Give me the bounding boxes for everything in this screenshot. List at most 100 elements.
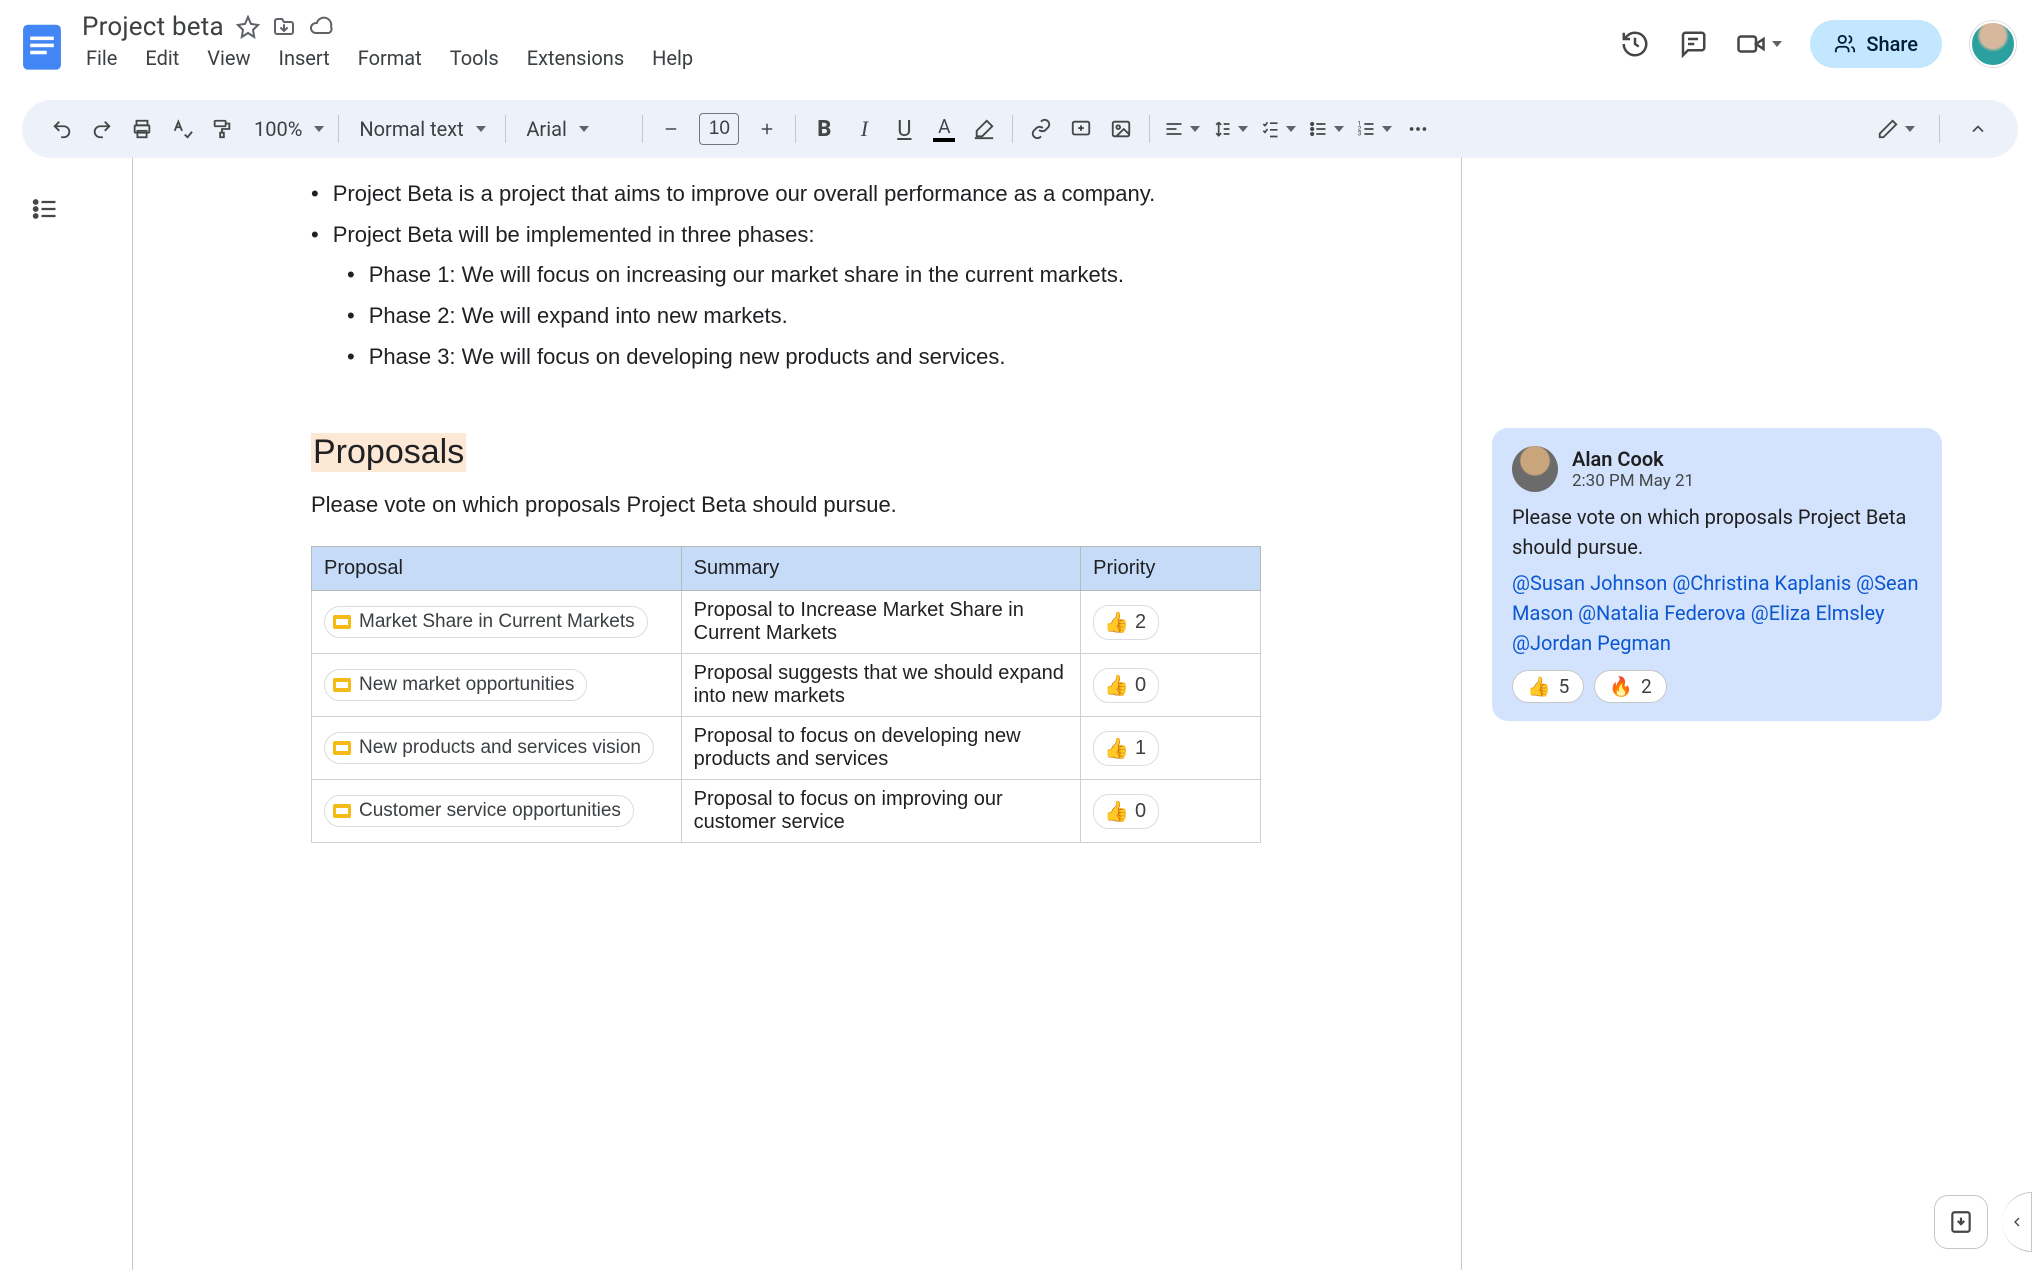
insert-link-button[interactable] xyxy=(1021,108,1061,150)
summary-cell: Proposal to focus on improving our custo… xyxy=(681,780,1080,843)
text-color-button[interactable]: A xyxy=(924,108,964,150)
th-proposal: Proposal xyxy=(312,547,682,591)
increase-font-button[interactable] xyxy=(747,108,787,150)
line-spacing-select[interactable] xyxy=(1206,119,1254,139)
comment-avatar xyxy=(1512,446,1558,492)
comment-time: 2:30 PM May 21 xyxy=(1572,471,1694,491)
zoom-select[interactable]: 100% xyxy=(242,117,330,141)
font-size-input[interactable] xyxy=(699,113,739,145)
thumbs-up-icon: 👍 xyxy=(1104,673,1129,698)
proposal-chip[interactable]: New market opportunities xyxy=(324,669,587,701)
reaction-emoji: 🔥 xyxy=(1609,675,1633,698)
meet-icon[interactable] xyxy=(1736,29,1782,59)
comment-card[interactable]: Alan Cook 2:30 PM May 21 Please vote on … xyxy=(1492,428,1942,721)
proposal-chip[interactable]: Customer service opportunities xyxy=(324,795,634,827)
heading-proposals: Proposals xyxy=(311,433,466,472)
paint-format-button[interactable] xyxy=(202,108,242,150)
move-icon[interactable] xyxy=(272,15,296,39)
decrease-font-button[interactable] xyxy=(651,108,691,150)
vote-chip[interactable]: 👍0 xyxy=(1093,668,1159,703)
print-button[interactable] xyxy=(122,108,162,150)
comments-icon[interactable] xyxy=(1678,29,1708,59)
bold-button[interactable]: B xyxy=(804,108,844,150)
vote-chip[interactable]: 👍0 xyxy=(1093,794,1159,829)
mention[interactable]: @Natalia Federova xyxy=(1578,601,1746,625)
side-panel-toggle[interactable] xyxy=(2002,1192,2032,1252)
toolbar: 100% Normal text Arial B I U A 123 xyxy=(22,100,2018,158)
bullet-item: Project Beta will be implemented in thre… xyxy=(311,215,1421,256)
more-tools-button[interactable] xyxy=(1398,108,1438,150)
docs-logo[interactable] xyxy=(14,10,70,82)
slides-icon xyxy=(333,678,351,692)
vote-chip[interactable]: 👍2 xyxy=(1093,605,1159,640)
slides-icon xyxy=(333,741,351,755)
menu-extensions[interactable]: Extensions xyxy=(527,46,624,70)
font-family-select[interactable]: Arial xyxy=(514,117,634,141)
th-summary: Summary xyxy=(681,547,1080,591)
outline-toggle-button[interactable] xyxy=(25,188,65,230)
menu-bar: File Edit View Insert Format Tools Exten… xyxy=(82,46,1608,70)
mention[interactable]: @Christina Kaplanis xyxy=(1672,571,1851,595)
account-avatar[interactable] xyxy=(1970,21,2016,67)
share-button[interactable]: Share xyxy=(1810,20,1942,68)
history-icon[interactable] xyxy=(1620,29,1650,59)
th-priority: Priority xyxy=(1081,547,1261,591)
insert-image-button[interactable] xyxy=(1101,108,1141,150)
bullet-subitem: Phase 1: We will focus on increasing our… xyxy=(311,255,1421,296)
editing-mode-select[interactable] xyxy=(1871,118,1921,140)
bullet-item: Project Beta is a project that aims to i… xyxy=(311,174,1421,215)
highlight-color-button[interactable] xyxy=(964,108,1004,150)
menu-file[interactable]: File xyxy=(86,46,117,70)
menu-insert[interactable]: Insert xyxy=(279,46,330,70)
svg-text:3: 3 xyxy=(1358,130,1362,138)
italic-button[interactable]: I xyxy=(844,108,884,150)
slides-icon xyxy=(333,804,351,818)
summary-cell: Proposal suggests that we should expand … xyxy=(681,654,1080,717)
document-title[interactable]: Project beta xyxy=(82,12,224,42)
explore-button[interactable] xyxy=(1934,1195,1988,1249)
share-label: Share xyxy=(1866,32,1918,56)
summary-cell: Proposal to focus on developing new prod… xyxy=(681,717,1080,780)
slides-icon xyxy=(333,615,351,629)
thumbs-up-icon: 👍 xyxy=(1104,736,1129,761)
menu-help[interactable]: Help xyxy=(652,46,693,70)
undo-button[interactable] xyxy=(42,108,82,150)
menu-view[interactable]: View xyxy=(207,46,250,70)
underline-button[interactable]: U xyxy=(884,108,924,150)
collapse-toolbar-button[interactable] xyxy=(1958,108,1998,150)
proposal-chip[interactable]: Market Share in Current Markets xyxy=(324,606,648,638)
menu-tools[interactable]: Tools xyxy=(450,46,499,70)
spellcheck-button[interactable] xyxy=(162,108,202,150)
table-row: New products and services vision Proposal… xyxy=(312,717,1261,780)
menu-format[interactable]: Format xyxy=(358,46,422,70)
proposal-chip[interactable]: New products and services vision xyxy=(324,732,654,764)
mention[interactable]: @Susan Johnson xyxy=(1512,571,1667,595)
bullet-subitem: Phase 2: We will expand into new markets… xyxy=(311,296,1421,337)
redo-button[interactable] xyxy=(82,108,122,150)
cloud-status-icon[interactable] xyxy=(308,15,334,39)
summary-cell: Proposal to Increase Market Share in Cur… xyxy=(681,591,1080,654)
reaction-count: 5 xyxy=(1559,675,1570,698)
reaction-pill[interactable]: 🔥2 xyxy=(1594,670,1666,703)
thumbs-up-icon: 👍 xyxy=(1104,799,1129,824)
bulleted-list-select[interactable] xyxy=(1302,119,1350,139)
reaction-pill[interactable]: 👍5 xyxy=(1512,670,1584,703)
star-icon[interactable] xyxy=(236,15,260,39)
document-page[interactable]: Project Beta is a project that aims to i… xyxy=(132,158,1462,1270)
mention[interactable]: @Jordan Pegman xyxy=(1512,631,1671,655)
subtext: Please vote on which proposals Project B… xyxy=(311,492,1421,518)
paragraph-style-select[interactable]: Normal text xyxy=(347,117,497,141)
reaction-emoji: 👍 xyxy=(1527,675,1551,698)
add-comment-button[interactable] xyxy=(1061,108,1101,150)
vote-chip[interactable]: 👍1 xyxy=(1093,731,1159,766)
comment-text: Please vote on which proposals Project B… xyxy=(1512,502,1922,562)
bullet-subitem: Phase 3: We will focus on developing new… xyxy=(311,337,1421,378)
menu-edit[interactable]: Edit xyxy=(145,46,179,70)
align-select[interactable] xyxy=(1158,119,1206,139)
table-row: Customer service opportunities Proposal t… xyxy=(312,780,1261,843)
thumbs-up-icon: 👍 xyxy=(1104,610,1129,635)
numbered-list-select[interactable]: 123 xyxy=(1350,119,1398,139)
checklist-select[interactable] xyxy=(1254,119,1302,139)
comment-mentions: @Susan Johnson @Christina Kaplanis @Sean… xyxy=(1512,568,1922,658)
mention[interactable]: @Eliza Elmsley xyxy=(1751,601,1885,625)
